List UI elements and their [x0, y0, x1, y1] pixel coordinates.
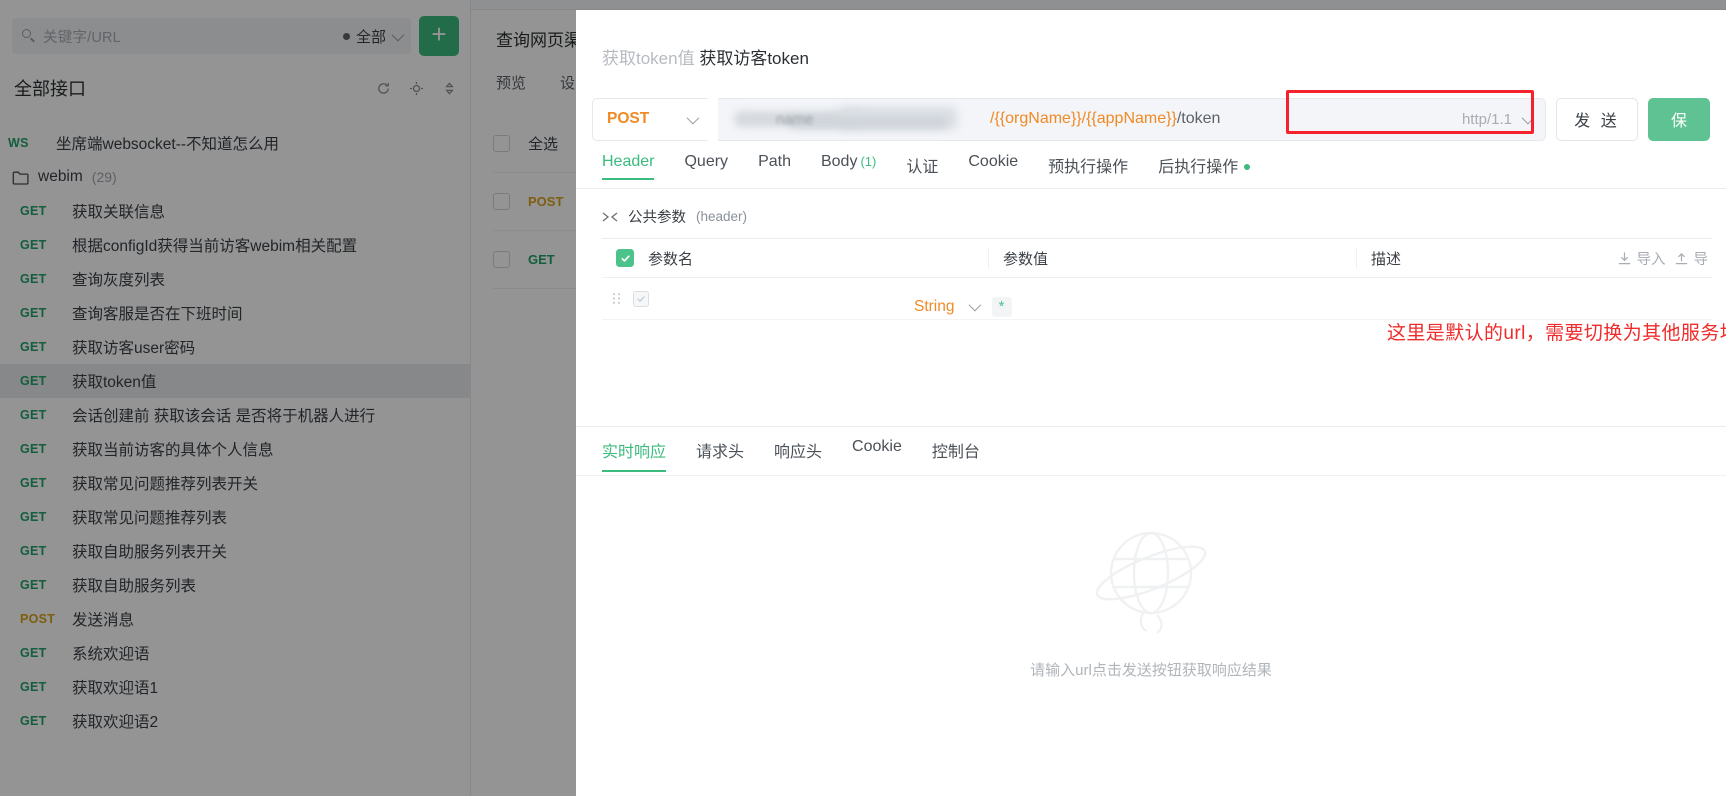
url-bar: POST name /{{orgName}}/{{appName}}/token… [592, 88, 1710, 150]
param-table-header: 参数名 参数值 描述 导入 导 [602, 238, 1712, 278]
tab-body-label: Body [820, 153, 858, 170]
public-params-scope: (header) [696, 209, 748, 224]
select-all-checkbox[interactable] [602, 249, 648, 267]
method-select-value: POST [607, 110, 650, 127]
tab-response-headers[interactable]: 响应头 [774, 438, 822, 472]
checkbox-checked-icon [616, 249, 634, 267]
tab-query[interactable]: Query [684, 153, 728, 180]
save-button[interactable]: 保 [1648, 97, 1710, 141]
protocol-value: http/1.1 [1461, 110, 1512, 128]
param-table: 参数名 参数值 描述 导入 导 String * [602, 238, 1712, 320]
tab-path[interactable]: Path [758, 153, 791, 180]
request-detail-panel: 获取token值 获取访客token POST name /{{orgName}… [576, 10, 1726, 796]
tab-post-script[interactable]: 后执行操作 [1158, 153, 1251, 186]
method-select[interactable]: POST [592, 97, 708, 141]
table-row[interactable]: String * [602, 278, 1712, 320]
url-host-text: name [776, 110, 814, 128]
empty-state-text: 请输入url点击发送按钮获取响应结果 [1030, 662, 1272, 679]
tab-cookie[interactable]: Cookie [968, 153, 1018, 180]
protocol-select[interactable]: http/1.1 [1462, 111, 1535, 128]
response-empty-state: 请输入url点击发送按钮获取响应结果 [576, 515, 1726, 680]
export-label: 导 [1693, 251, 1709, 268]
url-input[interactable]: name /{{orgName}}/{{appName}}/token http… [718, 97, 1546, 141]
annotation-text: 这里是默认的url，需要切换为其他服务地址 [1387, 323, 1726, 344]
checkbox-icon [633, 290, 649, 307]
column-header-description: 描述 [1356, 247, 1476, 269]
param-type-value: String [914, 297, 955, 315]
import-label: 导入 [1636, 251, 1666, 268]
public-params-label: 公共参数 [628, 210, 686, 226]
tabs-divider [576, 188, 1726, 189]
tab-response-cookie[interactable]: Cookie [852, 438, 902, 472]
param-type-select[interactable]: String * [914, 296, 1012, 317]
tab-pre-script[interactable]: 预执行操作 [1048, 153, 1128, 186]
tab-header[interactable]: Header [602, 153, 655, 180]
page-title: 获取token值 获取访客token [602, 44, 809, 69]
modified-dot-icon [1244, 164, 1251, 170]
chevron-down-icon [686, 111, 700, 124]
required-badge[interactable]: * [991, 296, 1012, 317]
tab-body[interactable]: Body (1) [821, 153, 876, 180]
url-host-redacted: name [728, 98, 978, 141]
request-tabs: Header Query Path Body (1) 认证 Cookie 预执行操… [602, 153, 1712, 189]
tab-post-script-label: 后执行操作 [1158, 159, 1239, 176]
page-title-name: 获取访客token [699, 49, 809, 68]
url-var-orgname: /{{orgName}} [990, 110, 1082, 127]
tab-request-headers[interactable]: 请求头 [696, 438, 744, 472]
globe-illustration-icon [1085, 515, 1217, 637]
collapse-icon [602, 210, 618, 224]
public-params-toggle[interactable]: 公共参数 (header) [602, 206, 747, 227]
tab-console[interactable]: 控制台 [932, 438, 980, 472]
column-header-value: 参数值 [988, 247, 1356, 269]
tab-auth[interactable]: 认证 [906, 153, 938, 186]
tab-body-count: (1) [860, 154, 877, 169]
column-header-name: 参数名 [648, 250, 694, 268]
chevron-down-icon [968, 298, 981, 312]
row-checkbox[interactable] [630, 290, 652, 307]
url-path: /{{orgName}}/{{appName}}/token [990, 110, 1220, 128]
response-tabs-divider [576, 475, 1726, 476]
send-button[interactable]: 发 送 [1556, 97, 1638, 141]
param-table-actions: 导入 导 [1617, 248, 1713, 269]
app-root: 查询网页渠道 预览 设 全选 POST GET 关键字/URL 全部 + 全部接… [0, 0, 1726, 796]
response-divider [576, 426, 1726, 427]
response-tabs: 实时响应 请求头 响应头 Cookie 控制台 [602, 438, 980, 472]
export-button[interactable]: 导 [1674, 248, 1709, 269]
url-literal-token: /token [1176, 110, 1221, 127]
import-button[interactable]: 导入 [1617, 248, 1666, 269]
tab-realtime-response[interactable]: 实时响应 [602, 438, 667, 472]
page-title-breadcrumb: 获取token值 [602, 49, 695, 68]
chevron-down-icon [1521, 111, 1535, 124]
drag-handle-icon[interactable] [602, 292, 630, 305]
url-var-appname: /{{appName}} [1081, 110, 1177, 127]
